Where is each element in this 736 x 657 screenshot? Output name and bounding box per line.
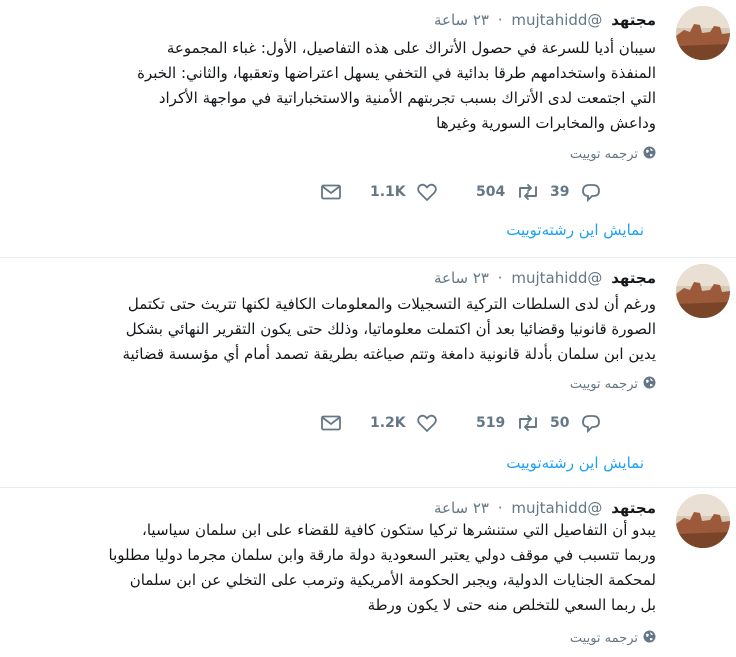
tweet-text-line: وربما تتسبب في موقف دولي يعتبر السعودية …: [108, 546, 657, 564]
retweet-icon: [519, 415, 538, 431]
tweet-text: يبدو أن التفاصيل التي ستنشرها تركيا ستكو…: [86, 518, 657, 618]
avatar-image: [676, 264, 730, 318]
retweet-count: 519: [476, 415, 506, 431]
translate-tweet-link[interactable]: ترجمه توییت: [570, 376, 656, 393]
user-handle[interactable]: @mujtahidd: [511, 269, 602, 287]
translate-tweet-link[interactable]: ترجمه توییت: [570, 146, 656, 163]
timestamp[interactable]: ٢٣ ساعة: [434, 499, 489, 517]
separator-dot: ·: [497, 269, 503, 287]
reply-button[interactable]: 50: [550, 411, 602, 435]
reply-button[interactable]: 39: [550, 180, 602, 204]
show-thread-link[interactable]: نمایش این رشته‌توییت: [506, 221, 644, 239]
translate-label: ترجمه توییت: [569, 631, 638, 646]
envelope-icon: [321, 415, 341, 431]
retweet-icon: [519, 184, 538, 200]
timestamp[interactable]: ٢٣ ساعة: [434, 11, 489, 29]
tweet-text-line: يدين ابن سلمان بأدلة قانونية دامغة وتتم …: [122, 345, 656, 363]
user-handle[interactable]: @mujtahidd: [511, 11, 602, 29]
direct-message-button[interactable]: [320, 180, 342, 204]
retweet-count: 504: [476, 184, 506, 200]
separator-dot: ·: [497, 499, 503, 517]
tweet-text-line: بل ربما السعي للتخلص منه حتى لا يكون ورط…: [367, 596, 656, 614]
envelope-icon: [321, 184, 341, 200]
tweet-text-line: لمحكمة الجنايات الدولية، ويجبر الحكومة ا…: [129, 571, 656, 589]
retweet-button[interactable]: 504: [476, 180, 541, 204]
display-name[interactable]: مجتهد: [611, 11, 656, 29]
translate-label: ترجمه توییت: [569, 147, 638, 162]
reply-count: 39: [550, 184, 570, 200]
tweet[interactable]: مجتهد @mujtahidd · ٢٣ ساعة سيبان أديا لل…: [0, 0, 736, 258]
tweet-text-line: ورغم أن لدى السلطات التركية التسجيلات وا…: [127, 295, 656, 313]
separator-dot: ·: [497, 11, 503, 29]
tweet-header: مجتهد @mujtahidd · ٢٣ ساعة: [434, 498, 656, 518]
tweet-text-line: المنفذة واستخدامهم طرقا بدائية في التخفي…: [137, 64, 656, 82]
tweet-text-line: سيبان أديا للسرعة في حصول الأتراك على هذ…: [166, 39, 656, 57]
avatar[interactable]: [676, 264, 730, 318]
like-button[interactable]: 1.1K: [370, 180, 438, 204]
like-count: 1.2K: [370, 415, 406, 431]
direct-message-button[interactable]: [320, 411, 342, 435]
avatar-image: [676, 6, 730, 60]
tweet-text-line: يبدو أن التفاصيل التي ستنشرها تركيا ستكو…: [142, 521, 656, 539]
tweet-actions: 50 519 1.2K: [0, 411, 736, 435]
translate-tweet-link[interactable]: ترجمه توییت: [570, 630, 656, 647]
retweet-button[interactable]: 519: [476, 411, 541, 435]
globe-icon: [643, 146, 656, 163]
reply-icon: [582, 415, 600, 433]
reply-icon: [582, 184, 600, 202]
like-button[interactable]: 1.2K: [370, 411, 438, 435]
tweet-text-line: الصورة قانونيا وقضائيا بعد أن اكتملت معل…: [125, 320, 656, 338]
tweet-header: مجتهد @mujtahidd · ٢٣ ساعة: [434, 268, 656, 288]
globe-icon: [643, 376, 656, 393]
tweet[interactable]: مجتهد @mujtahidd · ٢٣ ساعة ورغم أن لدى ا…: [0, 258, 736, 488]
reply-count: 50: [550, 415, 570, 431]
globe-icon: [643, 630, 656, 647]
tweet-text: سيبان أديا للسرعة في حصول الأتراك على هذ…: [86, 36, 656, 136]
translate-label: ترجمه توییت: [569, 377, 638, 392]
avatar-image: [676, 494, 730, 548]
timestamp[interactable]: ٢٣ ساعة: [434, 269, 489, 287]
tweet-feed: مجتهد @mujtahidd · ٢٣ ساعة سيبان أديا لل…: [0, 0, 736, 657]
avatar[interactable]: [676, 6, 730, 60]
tweet-text-line: التي اجتمعت لدى الأتراك بسبب تجربتهم الأ…: [158, 89, 656, 107]
display-name[interactable]: مجتهد: [611, 499, 656, 517]
tweet[interactable]: مجتهد @mujtahidd · ٢٣ ساعة يبدو أن التفا…: [0, 488, 736, 657]
display-name[interactable]: مجتهد: [611, 269, 656, 287]
user-handle[interactable]: @mujtahidd: [511, 499, 602, 517]
tweet-text: ورغم أن لدى السلطات التركية التسجيلات وا…: [86, 292, 656, 367]
tweet-actions: 39 504 1.1K: [0, 180, 736, 204]
tweet-text-line: وداعش والمخابرات السورية وغيرها: [436, 114, 656, 132]
heart-icon: [416, 183, 437, 201]
like-count: 1.1K: [370, 184, 406, 200]
avatar[interactable]: [676, 494, 730, 548]
heart-icon: [416, 414, 437, 432]
tweet-header: مجتهد @mujtahidd · ٢٣ ساعة: [434, 10, 656, 30]
show-thread-link[interactable]: نمایش این رشته‌توییت: [506, 454, 644, 472]
